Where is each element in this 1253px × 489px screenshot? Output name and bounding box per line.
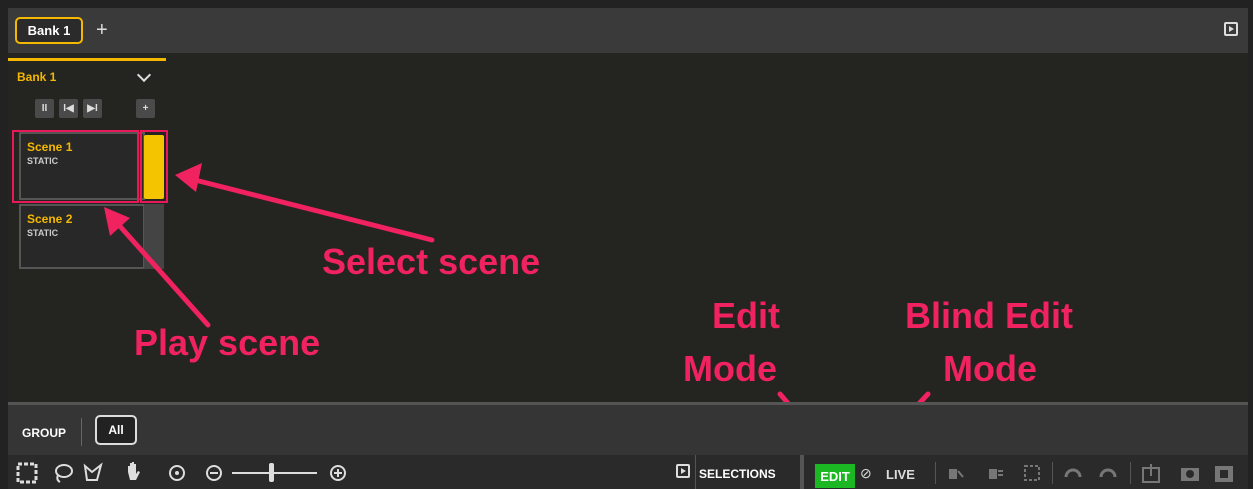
- group-separator: [81, 418, 82, 446]
- group-fixtures-icon[interactable]: [1022, 463, 1042, 483]
- polygon-select-icon[interactable]: [82, 462, 104, 484]
- hand-icon[interactable]: [122, 460, 146, 484]
- annotation-play-scene: Play scene: [134, 322, 321, 363]
- annotation-edit-mode: Mode: [683, 348, 777, 389]
- download-icon[interactable]: [1141, 462, 1161, 484]
- toolbar-divider: [800, 455, 804, 489]
- lasso-icon[interactable]: [52, 462, 74, 484]
- camera-icon[interactable]: [1179, 462, 1201, 484]
- fixture-off-icon[interactable]: [945, 463, 965, 483]
- blind-edit-icon[interactable]: ⊘: [860, 465, 872, 482]
- group-all-button[interactable]: All: [95, 415, 137, 445]
- select-scene-arrowhead: [175, 163, 202, 192]
- zoom-slider-track[interactable]: [232, 472, 317, 474]
- play-scene-arrow: [115, 221, 211, 328]
- undo-selected-icon[interactable]: [1097, 463, 1119, 483]
- toolbar-separator: [1052, 462, 1053, 484]
- snapshot-icon[interactable]: [1213, 462, 1235, 484]
- annotation-edit: Edit: [712, 295, 780, 336]
- selections-panel-icon[interactable]: [676, 464, 690, 478]
- toolbar-separator: [695, 455, 696, 489]
- zoom-out-icon[interactable]: [204, 463, 224, 483]
- fixture-on-icon[interactable]: [985, 463, 1005, 483]
- annotation-blind-edit-mode: Mode: [943, 348, 1037, 389]
- undo-all-icon[interactable]: [1062, 463, 1084, 483]
- annotation-select-scene: Select scene: [322, 241, 541, 282]
- live-mode-button[interactable]: LIVE: [886, 467, 915, 482]
- reset-view-icon[interactable]: [167, 463, 187, 483]
- selections-button[interactable]: SELECTIONS: [699, 467, 776, 481]
- select-scene-arrow: [192, 177, 435, 243]
- edit-mode-button[interactable]: EDIT: [815, 464, 855, 488]
- annotation-blind-edit: Blind Edit: [905, 295, 1073, 336]
- group-label: GROUP: [22, 426, 67, 440]
- toolbar-separator: [1130, 462, 1131, 484]
- group-bar: [8, 405, 1248, 455]
- zoom-slider-thumb[interactable]: [269, 463, 274, 482]
- rectangle-select-icon[interactable]: [16, 462, 38, 484]
- toolbar-separator: [935, 462, 936, 484]
- zoom-in-icon[interactable]: [328, 463, 348, 483]
